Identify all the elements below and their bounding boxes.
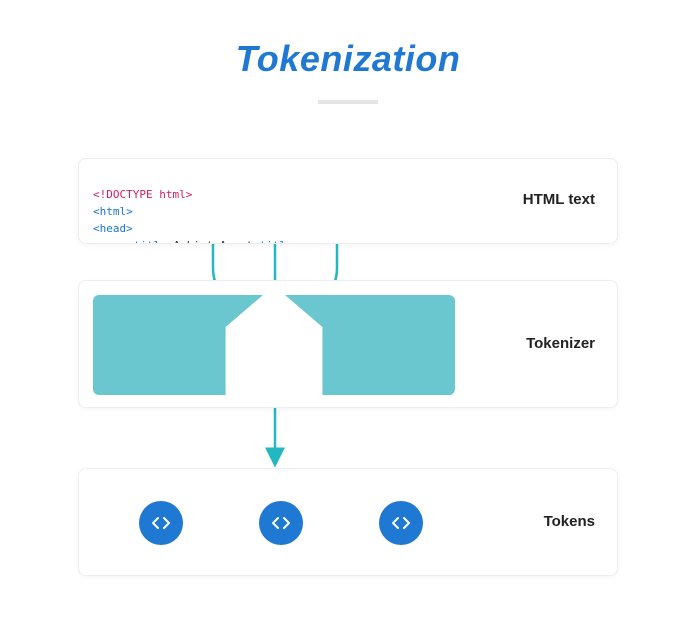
tokenizer-label: Tokenizer (526, 335, 595, 352)
code-title-open: <title> (127, 239, 173, 244)
token-node (379, 501, 423, 545)
tokenizer-card: Tokenizer (78, 280, 618, 408)
token-node (259, 501, 303, 545)
tokenizer-funnel-right (285, 295, 455, 395)
tokenizer-funnel-left (93, 295, 263, 395)
html-text-card: <!DOCTYPE html> <html> <head> <title>A L… (78, 158, 618, 244)
code-icon (152, 516, 170, 530)
html-text-label: HTML text (523, 191, 595, 208)
code-icon (392, 516, 410, 530)
code-html-open: <html> (93, 205, 133, 218)
diagram-title: Tokenization (0, 0, 696, 80)
html-code-block: <!DOCTYPE html> <html> <head> <title>A L… (93, 169, 425, 244)
code-icon (272, 516, 290, 530)
code-title-close: <title> (253, 239, 299, 244)
code-title-text: A List Apart (173, 239, 252, 244)
code-doctype: <!DOCTYPE html> (93, 188, 192, 201)
title-underline (318, 100, 378, 104)
tokenization-diagram: Tokenization <!DOCTYPE html> <html> <hea… (0, 0, 696, 635)
tokens-card: Tokens (78, 468, 618, 576)
tokens-label: Tokens (544, 513, 595, 530)
token-node (139, 501, 183, 545)
code-head-open: <head> (93, 222, 133, 235)
